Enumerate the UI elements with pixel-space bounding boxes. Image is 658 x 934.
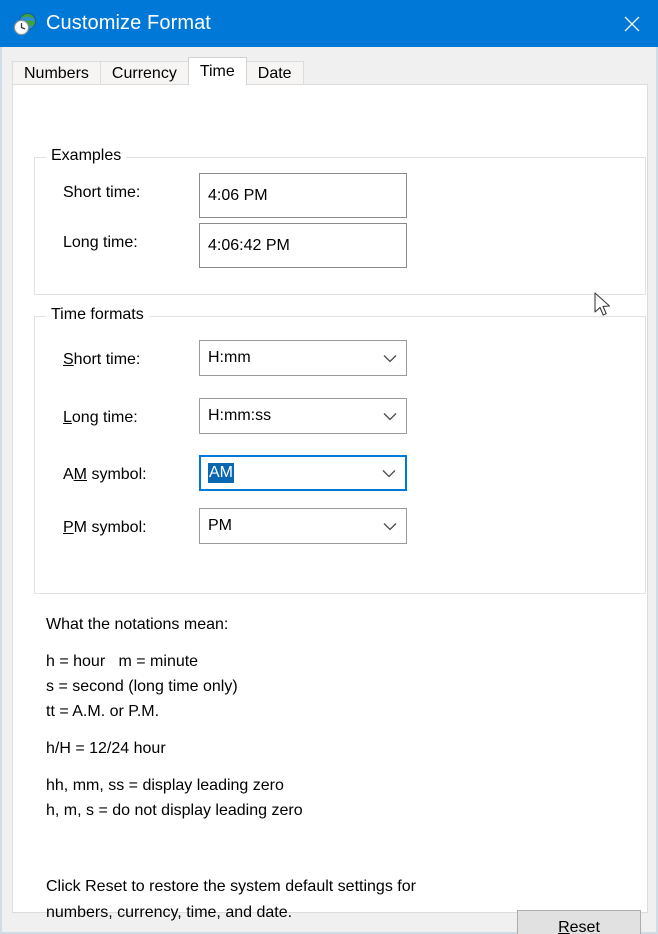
window-title: Customize Format — [46, 12, 211, 34]
tab-time[interactable]: Time — [187, 57, 247, 85]
pm-symbol-combobox-value: PM — [208, 517, 232, 534]
region-clock-globe-icon — [12, 11, 38, 37]
long-time-label-rest: ong time: — [71, 409, 138, 426]
customize-format-dialog: Customize Format Numbers Currency Time D… — [0, 0, 658, 934]
am-symbol-combobox[interactable]: AM — [199, 455, 407, 491]
chevron-down-icon[interactable] — [374, 412, 406, 421]
am-symbol-combobox-value: AM — [201, 463, 373, 483]
reset-button-rest: eset — [569, 919, 600, 934]
dialog-body: Numbers Currency Time Date Examples Shor… — [0, 47, 658, 934]
short-time-combobox[interactable]: H:mm — [199, 340, 407, 376]
notations-line-3: tt = A.M. or P.M. — [46, 703, 160, 720]
examples-long-time-label: Long time: — [63, 234, 138, 251]
notations-spacer-2 — [46, 724, 606, 736]
examples-group: Examples Short time: 4:06 PM Long time: … — [34, 147, 646, 295]
tab-page-time: Examples Short time: 4:06 PM Long time: … — [12, 84, 648, 934]
chevron-down-icon[interactable] — [374, 354, 406, 363]
reset-button[interactable]: Reset — [517, 910, 641, 934]
chevron-down-icon[interactable] — [374, 522, 406, 531]
short-time-combobox-value: H:mm — [208, 349, 251, 366]
short-time-label-rest: hort time: — [73, 351, 141, 368]
notations-line-1: h = hour m = minute — [46, 653, 199, 670]
notations-line-2: s = second (long time only) — [46, 678, 238, 695]
am-symbol-label-accel: M — [73, 466, 87, 483]
notations-line-5: hh, mm, ss = display leading zero — [46, 777, 284, 794]
pm-symbol-combobox[interactable]: PM — [199, 508, 407, 544]
pm-symbol-label: PM symbol: — [63, 519, 147, 537]
examples-group-title: Examples — [46, 147, 127, 165]
long-time-combobox-value: H:mm:ss — [208, 407, 272, 424]
title-bar: Customize Format — [0, 0, 658, 47]
notations-spacer-3 — [46, 761, 606, 773]
tab-numbers[interactable]: Numbers — [12, 61, 101, 85]
am-symbol-label-rest: symbol: — [87, 466, 147, 483]
notations-line-4: h/H = 12/24 hour — [46, 740, 166, 757]
examples-short-time-label: Short time: — [63, 184, 141, 201]
reset-description-line-2: numbers, currency, time, and date. — [46, 904, 293, 921]
reset-button-accel: R — [558, 919, 570, 934]
tab-currency[interactable]: Currency — [99, 61, 189, 85]
am-symbol-label-pre: A — [63, 466, 74, 483]
pm-symbol-label-accel: P — [63, 519, 74, 536]
tab-strip: Numbers Currency Time Date — [12, 57, 304, 85]
close-button[interactable] — [606, 0, 658, 47]
chevron-down-icon[interactable] — [373, 469, 405, 478]
notations-heading: What the notations mean: — [46, 616, 229, 633]
examples-short-time-value: 4:06 PM — [199, 173, 407, 218]
long-time-label: Long time: — [63, 409, 138, 427]
notations-line-6: h, m, s = do not display leading zero — [46, 802, 303, 819]
notations-spacer — [46, 637, 606, 649]
examples-long-time-value: 4:06:42 PM — [199, 223, 407, 268]
long-time-label-accel: L — [63, 409, 72, 426]
am-symbol-selected-text: AM — [208, 463, 234, 483]
pm-symbol-label-rest: M symbol: — [73, 519, 147, 536]
short-time-label-accel: S — [63, 351, 74, 368]
time-formats-group-title: Time formats — [46, 306, 149, 324]
notations-help-text: What the notations mean: h = hour m = mi… — [46, 612, 606, 823]
reset-description-line-1: Click Reset to restore the system defaul… — [46, 878, 416, 895]
reset-description: Click Reset to restore the system defaul… — [46, 874, 486, 926]
tab-date[interactable]: Date — [245, 61, 304, 85]
am-symbol-label: AM symbol: — [63, 466, 147, 484]
long-time-combobox[interactable]: H:mm:ss — [199, 398, 407, 434]
time-formats-group: Time formats Short time: H:mm Long time:… — [34, 306, 646, 594]
short-time-label: Short time: — [63, 351, 140, 369]
